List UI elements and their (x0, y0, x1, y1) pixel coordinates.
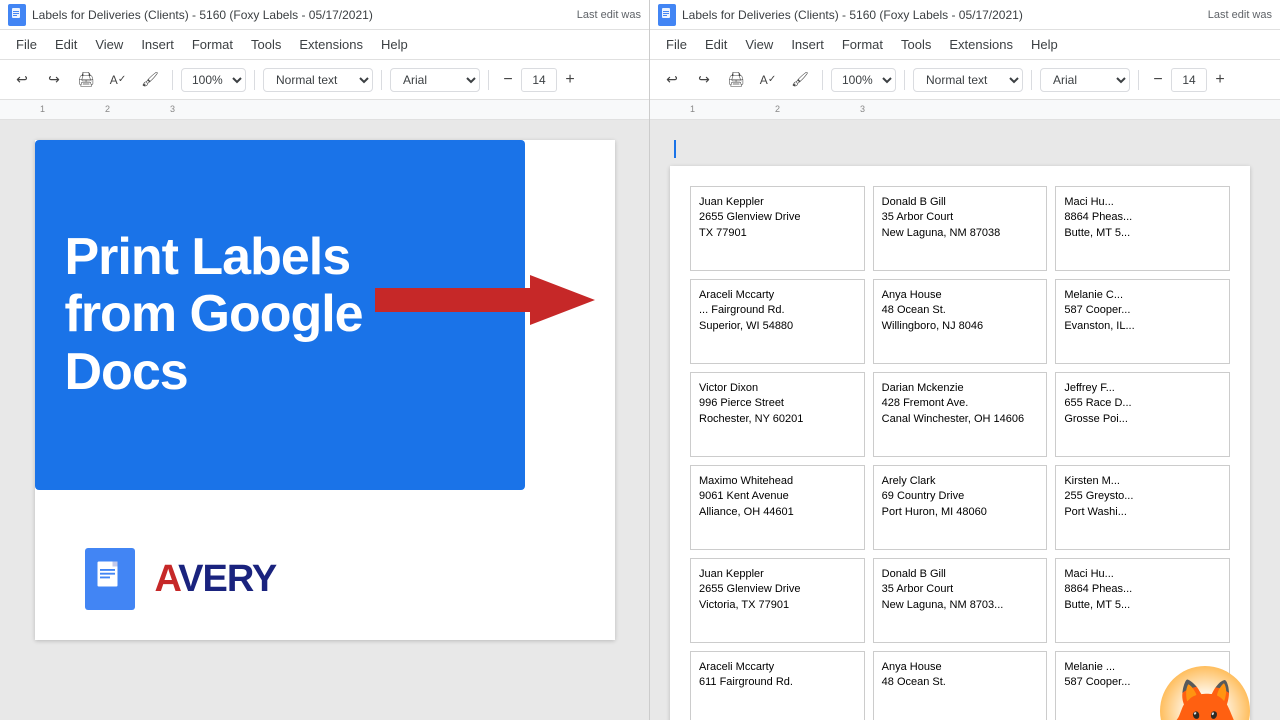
left-zoom-select[interactable]: 100% (181, 68, 246, 92)
right-last-edit: Last edit was (1208, 9, 1272, 21)
left-toolbar: ↩ ↪ 🖨 A✓ 🖌 100% Normal text Arial − + (0, 60, 649, 100)
gdoc-logo-svg (95, 561, 125, 597)
label-cell: Araceli Mccarty611 Fairground Rd. (690, 651, 865, 720)
right-sep1 (822, 70, 823, 90)
right-font-size-container: − + (1147, 68, 1231, 92)
right-menu-edit[interactable]: Edit (697, 33, 735, 56)
labels-wrapper: Juan Keppler2655 Glenview DriveTX 77901D… (670, 140, 1260, 720)
left-font-size-container: − + (497, 68, 581, 92)
left-menu-bar: File Edit View Insert Format Tools Exten… (0, 30, 649, 60)
left-menu-extensions[interactable]: Extensions (291, 33, 371, 56)
right-undo-button[interactable]: ↩ (658, 66, 686, 94)
left-menu-help[interactable]: Help (373, 33, 416, 56)
label-cell: Maci Hu...8864 Pheas...Butte, MT 5... (1055, 186, 1230, 271)
label-cell: Juan Keppler2655 Glenview DriveTX 77901 (690, 186, 865, 271)
left-font-decrease-button[interactable]: − (497, 69, 519, 91)
logos-area: AVERY (85, 548, 277, 610)
right-menu-insert[interactable]: Insert (783, 33, 832, 56)
right-sep4 (1138, 70, 1139, 90)
right-font-select[interactable]: Arial (1040, 68, 1130, 92)
left-menu-view[interactable]: View (87, 33, 131, 56)
app-container: Labels for Deliveries (Clients) - 5160 (… (0, 0, 1280, 720)
left-doc-title: Labels for Deliveries (Clients) - 5160 (… (32, 8, 373, 22)
right-print-button[interactable]: 🖨 (722, 66, 750, 94)
right-doc-area: Juan Keppler2655 Glenview DriveTX 77901D… (650, 120, 1280, 720)
left-doc-icon (8, 4, 26, 26)
left-font-select[interactable]: Arial (390, 68, 480, 92)
avery-logo: AVERY (155, 558, 277, 601)
label-cell: Darian Mckenzie428 Fremont Ave.Canal Win… (873, 372, 1048, 457)
red-arrow (375, 270, 595, 330)
left-sep3 (381, 70, 382, 90)
right-doc-icon (658, 4, 676, 26)
left-last-edit: Last edit was (577, 9, 641, 21)
left-doc-page: Juan Keppler 2655 Glenview Drive Victori… (35, 140, 615, 640)
left-menu-edit[interactable]: Edit (47, 33, 85, 56)
left-spellcheck-button[interactable]: A✓ (104, 66, 132, 94)
right-sep2 (904, 70, 905, 90)
label-cell: Donald B Gill35 Arbor CourtNew Laguna, N… (873, 186, 1048, 271)
left-menu-insert[interactable]: Insert (133, 33, 182, 56)
label-cell: Victor Dixon996 Pierce StreetRochester, … (690, 372, 865, 457)
left-undo-button[interactable]: ↩ (8, 66, 36, 94)
right-cursor (674, 140, 676, 158)
left-sep4 (488, 70, 489, 90)
right-menu-tools[interactable]: Tools (893, 33, 939, 56)
left-font-size-input[interactable] (521, 68, 557, 92)
label-cell: Araceli Mccarty... Fairground Rd.Superio… (690, 279, 865, 364)
left-menu-tools[interactable]: Tools (243, 33, 289, 56)
label-cell: Donald B Gill35 Arbor CourtNew Laguna, N… (873, 558, 1048, 643)
label-cell: Kirsten M...255 Greysto...Port Washi... (1055, 465, 1230, 550)
labels-grid: Juan Keppler2655 Glenview DriveTX 77901D… (690, 186, 1230, 720)
right-menu-view[interactable]: View (737, 33, 781, 56)
label-cell: Maci Hu...8864 Pheas...Butte, MT 5... (1055, 558, 1230, 643)
right-font-increase-button[interactable]: + (1209, 69, 1231, 91)
left-menu-format[interactable]: Format (184, 33, 241, 56)
left-redo-button[interactable]: ↪ (40, 66, 68, 94)
label-cell: Maximo Whitehead9061 Kent AvenueAlliance… (690, 465, 865, 550)
label-cell: Juan Keppler2655 Glenview DriveVictoria,… (690, 558, 865, 643)
left-doc-area: Juan Keppler 2655 Glenview Drive Victori… (0, 120, 649, 720)
right-zoom-select[interactable]: 100% (831, 68, 896, 92)
label-cell: Anya House48 Ocean St.Willingboro, NJ 80… (873, 279, 1048, 364)
left-font-increase-button[interactable]: + (559, 69, 581, 91)
left-sep1 (172, 70, 173, 90)
left-panel: Labels for Deliveries (Clients) - 5160 (… (0, 0, 650, 720)
right-style-select[interactable]: Normal text (913, 68, 1023, 92)
gdoc-logo (85, 548, 135, 610)
left-print-button[interactable]: 🖨 (72, 66, 100, 94)
right-title-bar: Labels for Deliveries (Clients) - 5160 (… (650, 0, 1280, 30)
label-cell: Jeffrey F...655 Race D...Grosse Poi... (1055, 372, 1230, 457)
label-cell: Anya House48 Ocean St. (873, 651, 1048, 720)
label-cell: Arely Clark69 Country DrivePort Huron, M… (873, 465, 1048, 550)
right-panel: Labels for Deliveries (Clients) - 5160 (… (650, 0, 1280, 720)
right-font-decrease-button[interactable]: − (1147, 69, 1169, 91)
right-menu-help[interactable]: Help (1023, 33, 1066, 56)
right-sep3 (1031, 70, 1032, 90)
right-menu-format[interactable]: Format (834, 33, 891, 56)
right-menu-bar: File Edit View Insert Format Tools Exten… (650, 30, 1280, 60)
right-menu-extensions[interactable]: Extensions (941, 33, 1021, 56)
right-redo-button[interactable]: ↪ (690, 66, 718, 94)
left-menu-file[interactable]: File (8, 33, 45, 56)
right-paintformat-button[interactable]: 🖌 (786, 66, 814, 94)
left-ruler: 123 (0, 100, 649, 120)
left-title-bar: Labels for Deliveries (Clients) - 5160 (… (0, 0, 649, 30)
label-cell: Melanie C...587 Cooper...Evanston, IL... (1055, 279, 1230, 364)
right-doc-title: Labels for Deliveries (Clients) - 5160 (… (682, 8, 1023, 22)
right-spellcheck-button[interactable]: A✓ (754, 66, 782, 94)
right-font-size-input[interactable] (1171, 68, 1207, 92)
arrow-container (375, 270, 595, 335)
fox-emoji: 🦊 (1168, 681, 1243, 720)
left-sep2 (254, 70, 255, 90)
right-toolbar: ↩ ↪ 🖨 A✓ 🖌 100% Normal text Arial − + (650, 60, 1280, 100)
right-ruler: 123 (650, 100, 1280, 120)
right-menu-file[interactable]: File (658, 33, 695, 56)
left-paintformat-button[interactable]: 🖌 (136, 66, 164, 94)
left-style-select[interactable]: Normal text (263, 68, 373, 92)
labels-page: Juan Keppler2655 Glenview DriveTX 77901D… (670, 166, 1250, 720)
